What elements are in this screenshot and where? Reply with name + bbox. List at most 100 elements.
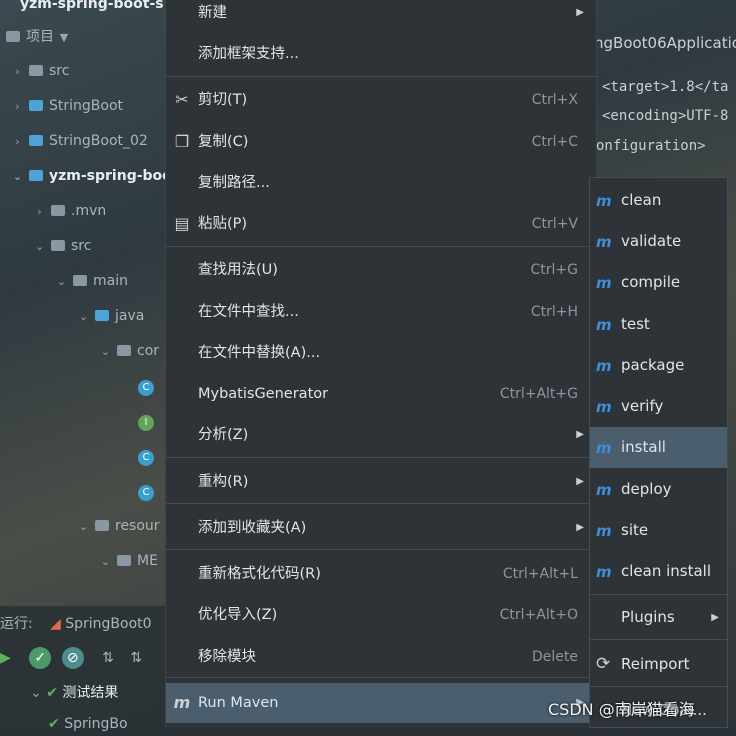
- menu-item-label: 在文件中查找...: [198, 304, 299, 320]
- module-icon: [29, 169, 43, 181]
- maven-icon: m: [596, 563, 612, 581]
- menu-item-label: 添加到收藏夹(A): [198, 520, 307, 536]
- editor-tab-title[interactable]: ngBoot06Applicatio: [594, 34, 736, 52]
- code-line: <encoding>UTF-8: [602, 108, 729, 124]
- menu-item-run-maven[interactable]: m Run Maven ▶: [166, 683, 596, 723]
- run-toolbar: ▶ ✓ ⊘ ⇅ ⇅: [0, 646, 142, 670]
- menu-item-find-usages[interactable]: 查找用法(U) Ctrl+G: [166, 250, 596, 290]
- menu-item-refactor[interactable]: 重构(R) ▶: [166, 462, 596, 502]
- tree-item[interactable]: ⌄ resour: [78, 514, 160, 538]
- tree-item[interactable]: › src: [12, 59, 69, 83]
- tree-item-selected-module[interactable]: ⌄ yzm-spring-boo: [12, 164, 172, 188]
- menu-separator: [166, 549, 596, 550]
- maven-goal-clean-install[interactable]: m clean install: [590, 551, 727, 592]
- tree-item[interactable]: C: [138, 444, 154, 468]
- maven-icon: m: [596, 522, 612, 540]
- menu-item-analyze[interactable]: 分析(Z) ▶: [166, 415, 596, 455]
- folder-icon: [51, 204, 65, 216]
- submenu-arrow-icon: ▶: [576, 429, 584, 440]
- module-icon: [29, 134, 43, 146]
- tree-item[interactable]: › StringBoot_02: [12, 129, 148, 153]
- submenu-item-label: Reimport: [621, 655, 690, 673]
- menu-item-label: 移除模块: [198, 649, 256, 665]
- class-icon: C: [138, 450, 154, 466]
- maven-goal-validate[interactable]: m validate: [590, 221, 727, 262]
- menu-item-new[interactable]: 新建 ▶: [166, 0, 596, 33]
- tree-item[interactable]: C: [138, 479, 154, 503]
- run-config-icon: ◢: [50, 616, 61, 632]
- tree-item[interactable]: I: [138, 409, 154, 433]
- maven-goal-verify[interactable]: m verify: [590, 386, 727, 427]
- menu-item-add-framework-support[interactable]: 添加框架支持...: [166, 34, 596, 74]
- menu-item-label: MybatisGenerator: [198, 386, 329, 402]
- show-ignored-icon[interactable]: ⊘: [61, 647, 84, 669]
- maven-goal-install[interactable]: m install: [590, 427, 727, 468]
- maven-goal-deploy[interactable]: m deploy: [590, 469, 727, 510]
- editor-area: ngBoot06Applicatio <target>1.8</ta <enco…: [594, 0, 736, 180]
- tree-item[interactable]: ⌄ cor: [100, 339, 159, 363]
- maven-goal-compile[interactable]: m compile: [590, 262, 727, 303]
- menu-item-reformat-code[interactable]: 重新格式化代码(R) Ctrl+Alt+L: [166, 554, 596, 594]
- tree-item[interactable]: › StringBoot: [12, 94, 123, 118]
- menu-item-optimize-imports[interactable]: 优化导入(Z) Ctrl+Alt+O: [166, 595, 596, 635]
- tree-item[interactable]: C: [138, 374, 154, 398]
- menu-item-label: 添加框架支持...: [198, 46, 299, 62]
- class-icon: C: [138, 380, 154, 396]
- run-maven-submenu: m clean m validate m compile m test m package m ver…: [589, 177, 728, 728]
- maven-goal-plugins[interactable]: Plugins ▶: [590, 597, 727, 638]
- resources-folder-icon: [95, 519, 109, 531]
- tree-item[interactable]: ⌄ ME: [100, 549, 158, 573]
- menu-item-paste[interactable]: ▤ 粘贴(P) Ctrl+V: [166, 204, 596, 244]
- test-results-node[interactable]: ⌄ ✔ 测试结果: [30, 681, 118, 705]
- folder-icon: [6, 30, 20, 42]
- paste-icon: ▤: [174, 214, 190, 233]
- submenu-item-label: verify: [621, 397, 664, 415]
- sort-duration-icon[interactable]: ⇅: [130, 650, 142, 666]
- tree-item[interactable]: ⌄ java: [78, 304, 144, 328]
- copy-icon: ❐: [174, 132, 190, 151]
- maven-goal-reimport[interactable]: ⟳ Reimport: [590, 644, 727, 685]
- menu-item-cut[interactable]: ✂ 剪切(T) Ctrl+X: [166, 80, 596, 120]
- maven-goal-package[interactable]: m package: [590, 345, 727, 386]
- submenu-arrow-icon: ▶: [576, 476, 584, 487]
- menu-item-add-to-favorites[interactable]: 添加到收藏夹(A) ▶: [166, 508, 596, 548]
- menu-item-copy-path[interactable]: 复制路径...: [166, 163, 596, 203]
- chevron-down-icon: ⌄: [78, 310, 89, 323]
- show-passed-icon[interactable]: ✓: [29, 647, 52, 669]
- shortcut-text: Ctrl+Alt+G: [499, 386, 578, 402]
- maven-goal-test[interactable]: m test: [590, 304, 727, 345]
- run-config-tab[interactable]: ◢ SpringBoot0: [50, 612, 152, 636]
- tree-item[interactable]: ⌄ src: [34, 234, 92, 258]
- maven-icon: m: [596, 316, 612, 334]
- menu-item-replace-in-files[interactable]: 在文件中替换(A)...: [166, 333, 596, 373]
- rerun-icon[interactable]: ▶: [0, 650, 11, 666]
- submenu-item-label: test: [621, 315, 650, 333]
- tree-item[interactable]: ⌄ main: [56, 269, 128, 293]
- menu-item-find-in-files[interactable]: 在文件中查找... Ctrl+H: [166, 292, 596, 332]
- refresh-icon: ⟳: [596, 654, 611, 674]
- project-view-selector[interactable]: 项目 ▼: [0, 25, 69, 49]
- menu-item-mybatis-generator[interactable]: MybatisGenerator Ctrl+Alt+G: [166, 374, 596, 414]
- menu-item-copy[interactable]: ❐ 复制(C) Ctrl+C: [166, 122, 596, 162]
- maven-goal-clean[interactable]: m clean: [590, 180, 727, 221]
- watermark: CSDN @南岸猫看海: [548, 700, 695, 719]
- menu-item-remove-module[interactable]: 移除模块 Delete: [166, 637, 596, 677]
- maven-icon: m: [596, 439, 612, 457]
- menu-item-label: 在文件中替换(A)...: [198, 345, 321, 361]
- chevron-down-icon: ⌄: [100, 345, 111, 358]
- shortcut-text: Ctrl+Alt+O: [499, 607, 578, 623]
- maven-icon: m: [596, 481, 612, 499]
- maven-goal-site[interactable]: m site: [590, 510, 727, 551]
- chevron-down-icon: ⌄: [12, 170, 23, 183]
- chevron-down-icon: ⌄: [56, 275, 67, 288]
- submenu-item-label: clean install: [621, 562, 712, 580]
- chevron-right-icon: ›: [15, 100, 20, 113]
- tree-item[interactable]: › .mvn: [34, 199, 106, 223]
- test-node[interactable]: ✔ SpringBo: [48, 712, 128, 736]
- shortcut-text: Ctrl+X: [531, 92, 578, 108]
- menu-item-label: 复制路径...: [198, 175, 270, 191]
- menu-item-label: 新建: [198, 5, 227, 21]
- menu-separator: [166, 76, 596, 77]
- sort-alpha-icon[interactable]: ⇅: [102, 650, 114, 666]
- submenu-item-label: Plugins: [621, 608, 675, 626]
